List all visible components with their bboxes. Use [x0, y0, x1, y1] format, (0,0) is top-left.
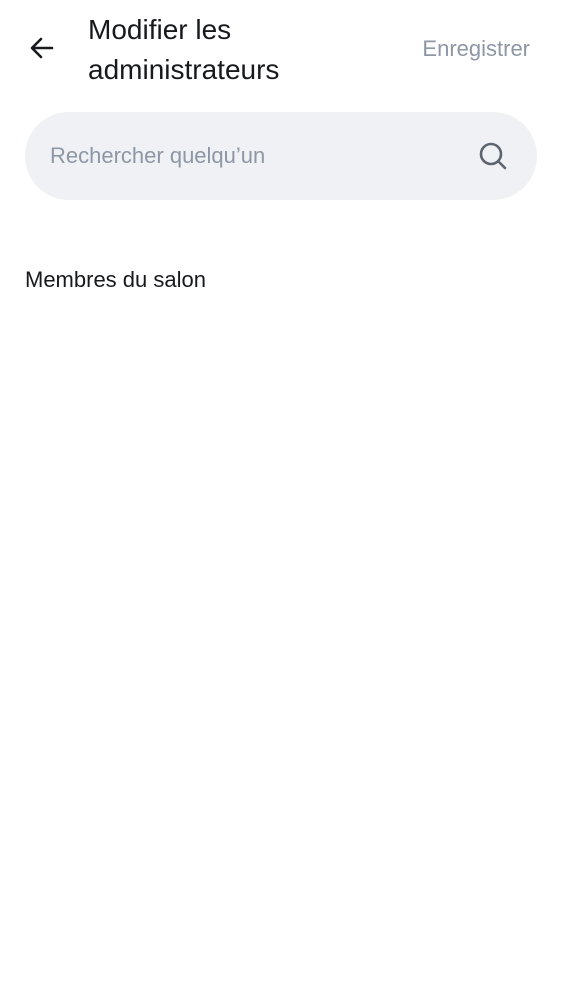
- save-button[interactable]: Enregistrer: [422, 33, 530, 65]
- page-title: Modifier les administrateurs: [88, 14, 280, 85]
- search-icon[interactable]: [477, 140, 509, 172]
- section-header-room-members: Membres du salon: [25, 267, 206, 292]
- arrow-left-icon: [28, 34, 56, 67]
- back-button[interactable]: [20, 28, 64, 72]
- search-bar[interactable]: [25, 112, 537, 200]
- app-bar: Modifier les administrateurs Enregistrer: [0, 0, 562, 100]
- search-input[interactable]: [50, 112, 460, 200]
